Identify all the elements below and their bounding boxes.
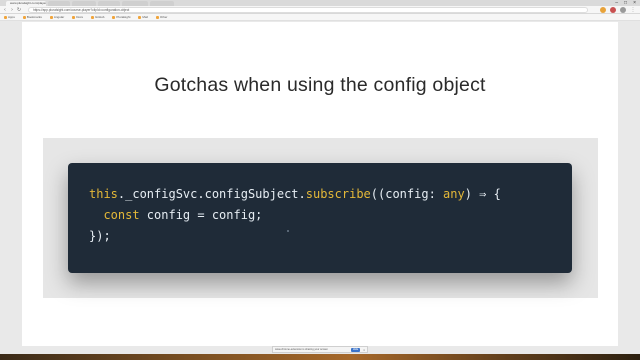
browser-window: www.pluralsight.com/player – □ × ‹ › ↻ h… <box>0 0 640 360</box>
mouse-cursor <box>287 230 289 232</box>
bookmark-icon <box>4 15 7 19</box>
bookmarks-bar: Apps Bookmarks Angular Docs GitHub Plura… <box>0 14 640 21</box>
extension-icon[interactable] <box>600 7 606 13</box>
code-any-type: any <box>443 187 465 201</box>
code-block: this._configSvc.configSubject.subscribe(… <box>89 184 501 247</box>
page-viewport: Gotchas when using the config object thi… <box>0 22 640 346</box>
url-text: https://app.pluralsight.com/course-playe… <box>33 8 130 12</box>
bookmark-item[interactable]: Pluralsight <box>112 14 130 20</box>
bookmark-item[interactable]: Apps <box>4 14 15 20</box>
back-icon[interactable]: ‹ <box>2 7 8 13</box>
bookmark-icon <box>138 15 142 19</box>
bookmark-icon <box>22 15 26 19</box>
code-member-chain: ._configSvc.configSubject. <box>117 187 306 201</box>
bookmark-item[interactable]: Angular <box>49 14 64 20</box>
code-line-3: }); <box>89 229 111 243</box>
bookmark-item[interactable]: Bookmarks <box>22 14 42 20</box>
bookmark-icon <box>91 15 95 19</box>
code-line-1: this._configSvc.configSubject.subscribe(… <box>89 187 501 201</box>
extension-icon[interactable] <box>610 7 616 13</box>
url-input[interactable]: https://app.pluralsight.com/course-playe… <box>28 7 588 13</box>
bookmark-item[interactable]: Mail <box>138 14 148 20</box>
bookmark-item[interactable]: Other <box>155 14 167 20</box>
bookmark-icon <box>112 15 116 19</box>
close-icon[interactable]: × <box>363 348 365 352</box>
bookmark-item[interactable]: Docs <box>72 14 83 20</box>
bookmark-icon <box>155 15 159 19</box>
desktop-wallpaper <box>0 354 640 360</box>
code-assignment: config = config; <box>139 208 263 222</box>
hide-button[interactable]: Hide <box>350 347 361 352</box>
reload-icon[interactable]: ↻ <box>16 7 22 13</box>
forward-icon[interactable]: › <box>9 7 15 13</box>
code-this-keyword: this <box>89 187 118 201</box>
code-subscribe-call: subscribe <box>305 187 371 201</box>
profile-icon[interactable] <box>620 7 626 13</box>
code-params-open: ((config: <box>370 187 444 201</box>
slide-title: Gotchas when using the config object <box>154 74 486 96</box>
code-line-2: const config = config; <box>89 208 262 222</box>
bookmark-item[interactable]: GitHub <box>91 14 104 20</box>
bookmark-icon <box>49 15 53 19</box>
code-card: this._configSvc.configSubject.subscribe(… <box>68 163 572 273</box>
notification-text: www.chrome-extension is sharing your scr… <box>275 348 328 351</box>
code-const-keyword: const <box>103 208 140 222</box>
code-arrow-open: ) ⇒ { <box>464 187 501 201</box>
code-screenshot: this._configSvc.configSubject.subscribe(… <box>43 138 598 298</box>
bookmark-icon <box>72 15 76 19</box>
menu-icon[interactable]: ⋮ <box>630 7 636 13</box>
slide: Gotchas when using the config object thi… <box>22 22 618 346</box>
screen-share-notification: www.chrome-extension is sharing your scr… <box>272 346 368 353</box>
